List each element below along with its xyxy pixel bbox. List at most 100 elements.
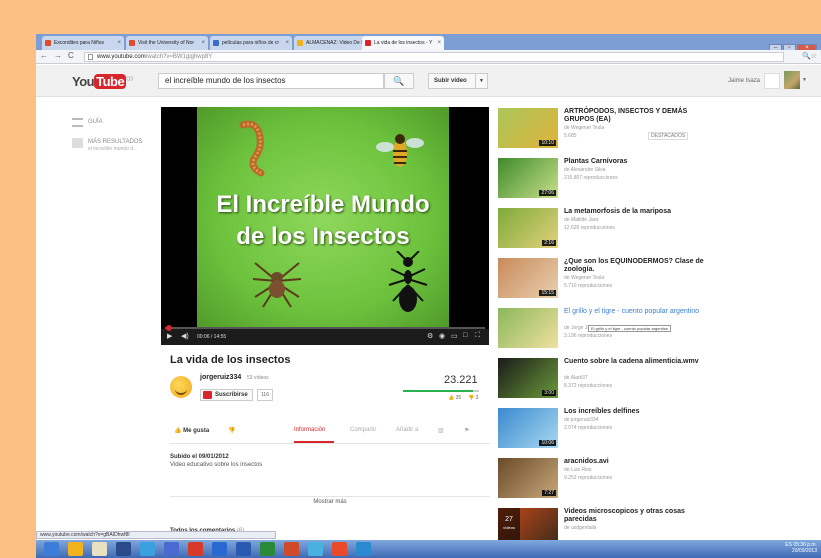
- flag-icon[interactable]: ⚑: [464, 427, 469, 434]
- volume-icon[interactable]: ◀): [181, 332, 189, 340]
- like-button[interactable]: 👍 Me gusta: [174, 427, 209, 434]
- related-thumbnail[interactable]: 10:06: [498, 408, 558, 448]
- fullscreen-icon[interactable]: ⛶: [475, 332, 480, 340]
- progress-bar[interactable]: [165, 325, 485, 331]
- taskbar-app-icon[interactable]: [236, 542, 251, 556]
- gear-icon[interactable]: ⚙: [427, 332, 433, 340]
- related-channel[interactable]: de Matilde Jara: [564, 217, 598, 223]
- related-title[interactable]: aracnidos.avi: [564, 458, 704, 466]
- related-video-item[interactable]: 10:06 Los increíbles delfines de jorgeruiz…: [498, 408, 818, 452]
- upload-button[interactable]: Subir vídeo ▼: [428, 73, 488, 89]
- related-thumbnail[interactable]: 27:06: [498, 158, 558, 198]
- tray-date[interactable]: 20/09/2013: [792, 548, 817, 554]
- video-duration: 10:06: [539, 440, 556, 446]
- related-channel[interactable]: de Alark37: [564, 375, 588, 381]
- show-more-button[interactable]: Mostrar más: [170, 496, 490, 505]
- video-player[interactable]: El Increíble Mundo de los Insectos ▶ ◀) 0…: [161, 107, 489, 345]
- taskbar-app-icon[interactable]: [308, 542, 323, 556]
- related-channel[interactable]: de Alexandre Silva: [564, 167, 605, 173]
- related-title[interactable]: Cuento sobre la cadena alimenticia.wmv: [564, 358, 704, 366]
- related-title[interactable]: ARTRÓPODOS, INSECTOS Y DEMÁS GRUPOS (EA): [564, 108, 704, 124]
- avatar[interactable]: [784, 71, 800, 89]
- related-channel[interactable]: de jorgeruiz334: [564, 417, 598, 423]
- tab-share[interactable]: Compartir: [350, 427, 376, 433]
- related-video-item[interactable]: 2:16 La metamorfosis de la mariposa de Mat…: [498, 208, 818, 252]
- search-input[interactable]: el increíble mundo de los insectos: [158, 73, 384, 89]
- taskbar-app-icon[interactable]: [212, 542, 227, 556]
- progress-knob[interactable]: [166, 325, 173, 331]
- related-video-item[interactable]: 15:15 ¿Que son los EQUINODERMOS? Clase de…: [498, 258, 818, 302]
- taskbar-app-icon[interactable]: [92, 542, 107, 556]
- chevron-down-icon[interactable]: ▼: [802, 77, 807, 83]
- related-video-item[interactable]: El grillo y el tigre - cuento popular ar…: [498, 308, 818, 352]
- related-title[interactable]: Los increíbles delfines: [564, 408, 704, 416]
- taskbar-app-icon[interactable]: [356, 542, 371, 556]
- captions-icon[interactable]: ◉: [439, 332, 445, 340]
- browser-tab[interactable]: Visit the University of Nor ×: [126, 36, 208, 50]
- channel-avatar[interactable]: [170, 376, 192, 398]
- channel-name[interactable]: jorgeruiz334: [200, 374, 241, 381]
- related-channel[interactable]: de Luis Rios: [564, 467, 592, 473]
- play-icon[interactable]: ▶: [167, 332, 172, 340]
- theater-icon[interactable]: ▭: [451, 332, 458, 340]
- chevron-down-icon[interactable]: ▼: [475, 74, 487, 88]
- forward-arrow-icon[interactable]: →: [54, 51, 62, 60]
- video-overlay-line1: El Increíble Mundo: [216, 191, 430, 218]
- related-video-item[interactable]: 3:00 Cuento sobre la cadena alimenticia.w…: [498, 358, 818, 402]
- related-video-item[interactable]: 10:10 ARTRÓPODOS, INSECTOS Y DEMÁS GRUPOS…: [498, 108, 818, 152]
- related-title[interactable]: El grillo y el tigre - cuento popular ar…: [564, 308, 704, 316]
- taskbar-app-icon[interactable]: [116, 542, 131, 556]
- results-icon: [72, 138, 83, 148]
- browser-tab[interactable]: Escondites para Niños ×: [42, 36, 124, 50]
- search-button[interactable]: 🔍: [384, 73, 414, 89]
- taskbar-app-icon[interactable]: [68, 542, 83, 556]
- video-duration: 15:15: [539, 290, 556, 296]
- browser-tab[interactable]: películas para niños de cr ×: [210, 36, 292, 50]
- tab-close-icon[interactable]: ×: [437, 36, 441, 50]
- dislike-button[interactable]: 👎: [228, 427, 235, 434]
- miniplayer-icon[interactable]: □: [463, 332, 467, 339]
- taskbar-app-icon[interactable]: [260, 542, 275, 556]
- browser-tab-active[interactable]: La vida de los insectos - Y ×: [362, 36, 444, 50]
- related-thumbnail[interactable]: [498, 308, 558, 348]
- tab-close-icon[interactable]: ×: [201, 36, 205, 50]
- related-channel[interactable]: de Wegener Tesla: [564, 275, 604, 281]
- stats-icon[interactable]: ▥: [438, 427, 444, 434]
- related-thumbnail[interactable]: 10:10: [498, 108, 558, 148]
- tray-lang[interactable]: ES: [785, 542, 792, 548]
- zoom-star-icon[interactable]: 🔍☆: [802, 52, 817, 60]
- related-thumbnail[interactable]: 2:16: [498, 208, 558, 248]
- related-title[interactable]: Plantas Carnívoras: [564, 158, 704, 166]
- video-frame[interactable]: El Increíble Mundo de los Insectos: [197, 107, 449, 329]
- related-thumbnail[interactable]: 3:00: [498, 358, 558, 398]
- subscribe-button[interactable]: Suscribirse: [200, 389, 253, 401]
- related-title[interactable]: La metamorfosis de la mariposa: [564, 208, 704, 216]
- tab-close-icon[interactable]: ×: [117, 36, 121, 50]
- start-button-icon[interactable]: [44, 542, 59, 556]
- url-field[interactable]: www.youtube.com/watch?v=BW1gqjhwp8Y: [84, 52, 784, 62]
- taskbar-app-icon[interactable]: [284, 542, 299, 556]
- taskbar-app-icon[interactable]: [164, 542, 179, 556]
- tab-add-to[interactable]: Añadir a: [396, 427, 418, 433]
- related-thumbnail[interactable]: 15:15: [498, 258, 558, 298]
- taskbar-app-icon[interactable]: [332, 542, 347, 556]
- taskbar-app-icon[interactable]: [188, 542, 203, 556]
- taskbar-app-icon[interactable]: [140, 542, 155, 556]
- related-thumbnail[interactable]: 7:27: [498, 458, 558, 498]
- youtube-logo[interactable]: You Tube CO: [72, 74, 133, 89]
- tab-close-icon[interactable]: ×: [285, 36, 289, 50]
- related-title[interactable]: Videos microscopicos y otras cosas parec…: [564, 508, 704, 524]
- back-arrow-icon[interactable]: ←: [40, 51, 48, 60]
- related-video-item[interactable]: 27:06 Plantas Carnívoras de Alexandre Silv…: [498, 158, 818, 202]
- notifications-box[interactable]: [764, 73, 780, 89]
- reload-icon[interactable]: C: [68, 51, 74, 60]
- channel-video-count[interactable]: 53 vídeos: [247, 375, 269, 381]
- tab-information[interactable]: Información: [294, 427, 325, 433]
- related-title[interactable]: ¿Que son los EQUINODERMOS? Clase de zool…: [564, 258, 704, 274]
- related-channel[interactable]: de Wegener Tesla: [564, 125, 604, 131]
- related-channel[interactable]: de usdgentails: [564, 525, 596, 531]
- dislike-count-value: 3: [475, 395, 479, 401]
- related-video-item[interactable]: 7:27 aracnidos.avi de Luis Rios 9.252 repro…: [498, 458, 818, 502]
- player-controls: ▶ ◀) 00:06 / 14:55 ⚙ ◉ ▭ □ ⛶: [161, 325, 489, 345]
- username[interactable]: Jaime Isaza: [728, 78, 760, 84]
